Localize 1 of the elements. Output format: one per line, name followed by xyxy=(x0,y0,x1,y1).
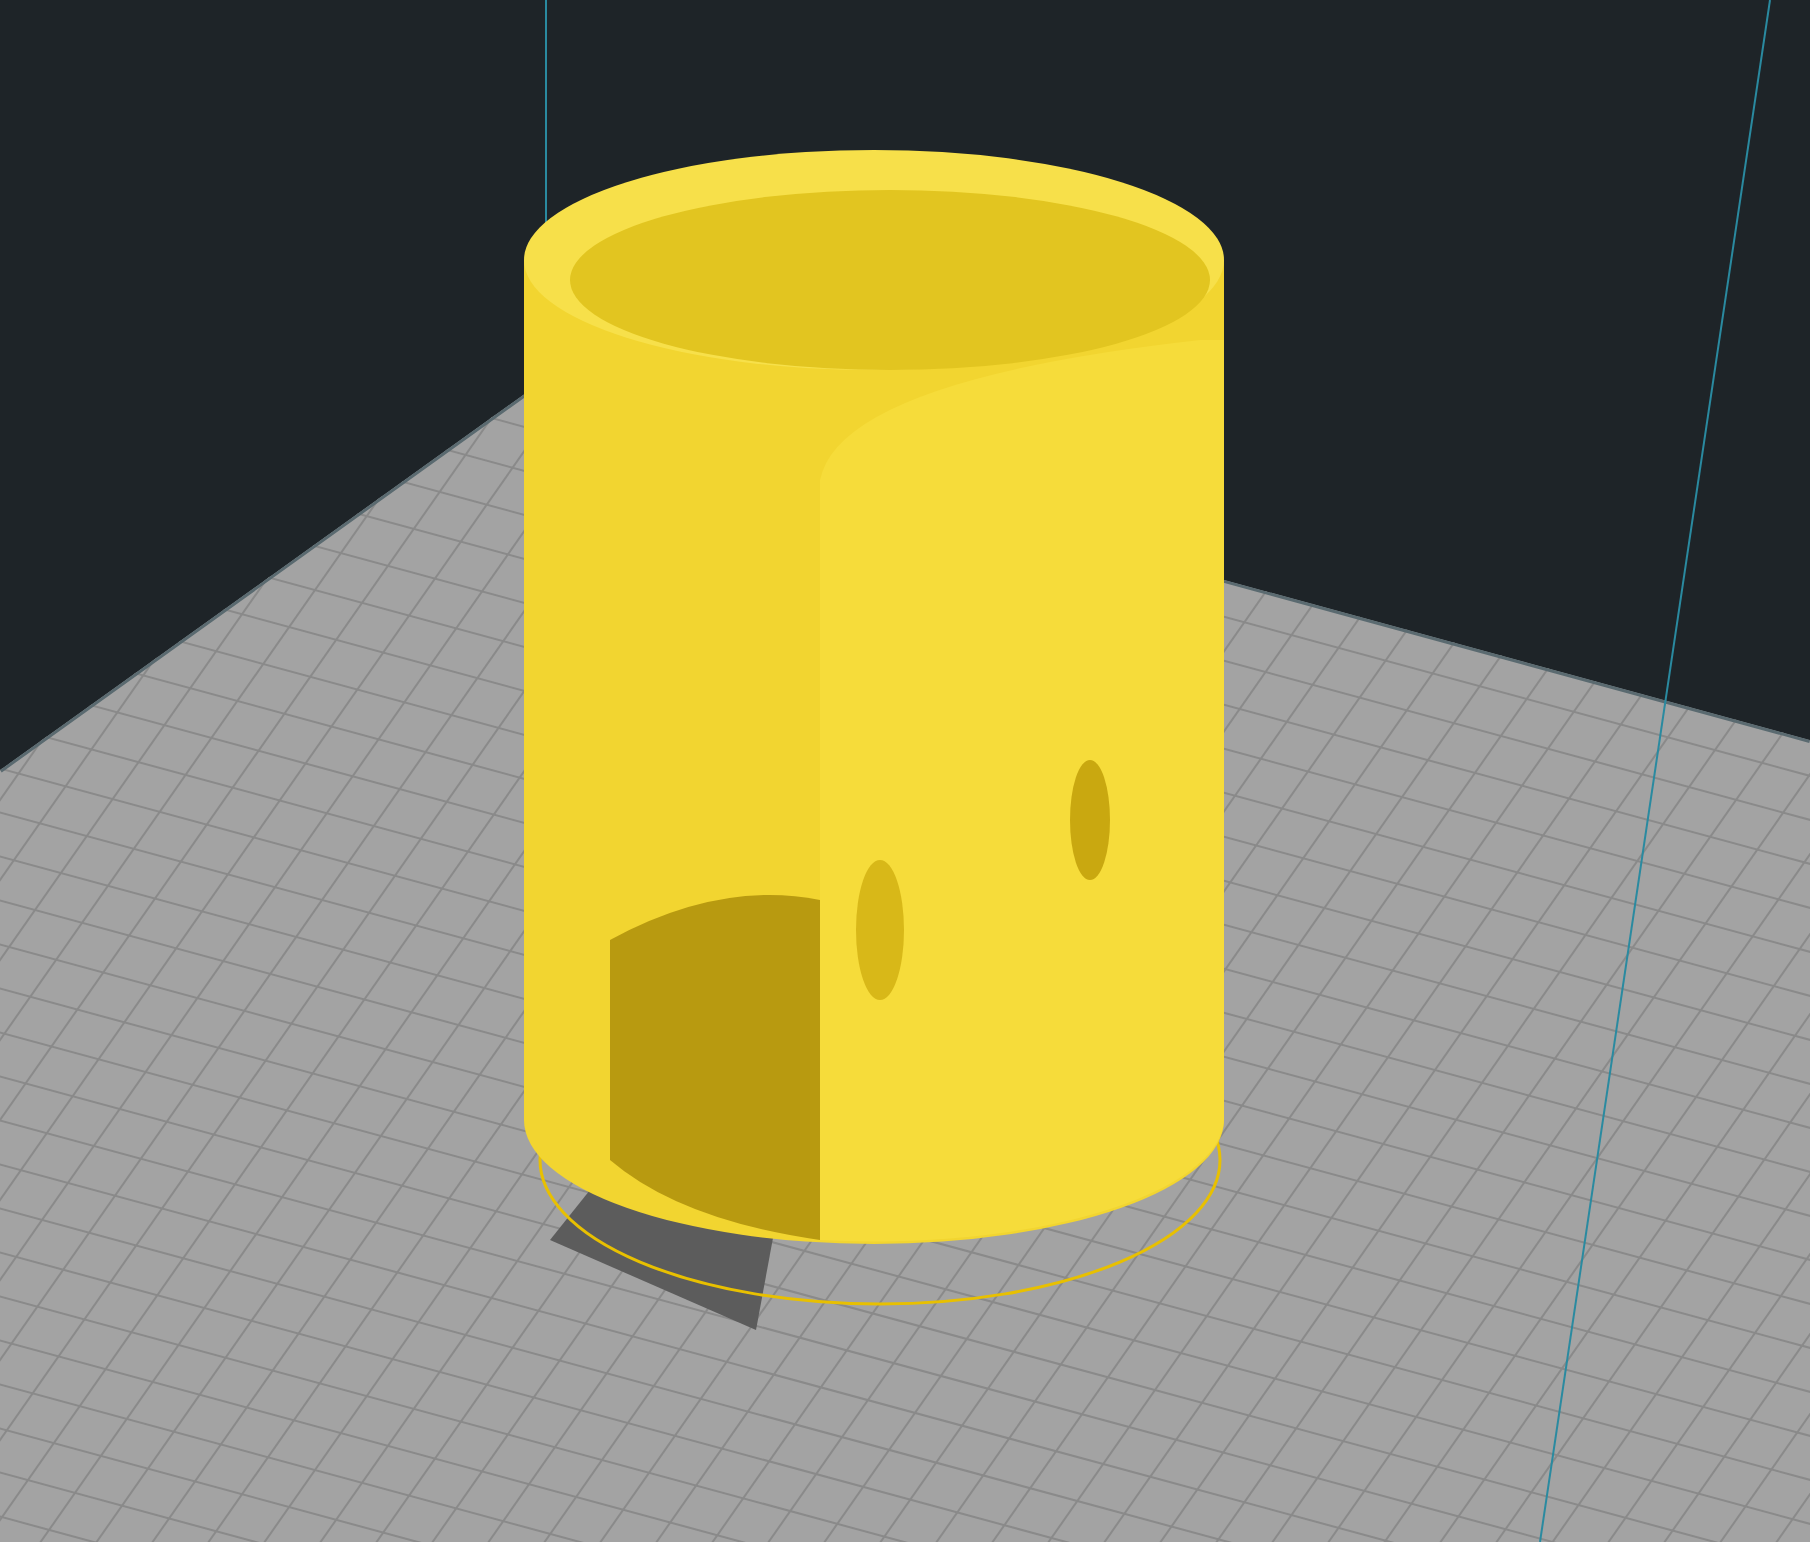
cylinder-model[interactable] xyxy=(524,150,1224,1244)
